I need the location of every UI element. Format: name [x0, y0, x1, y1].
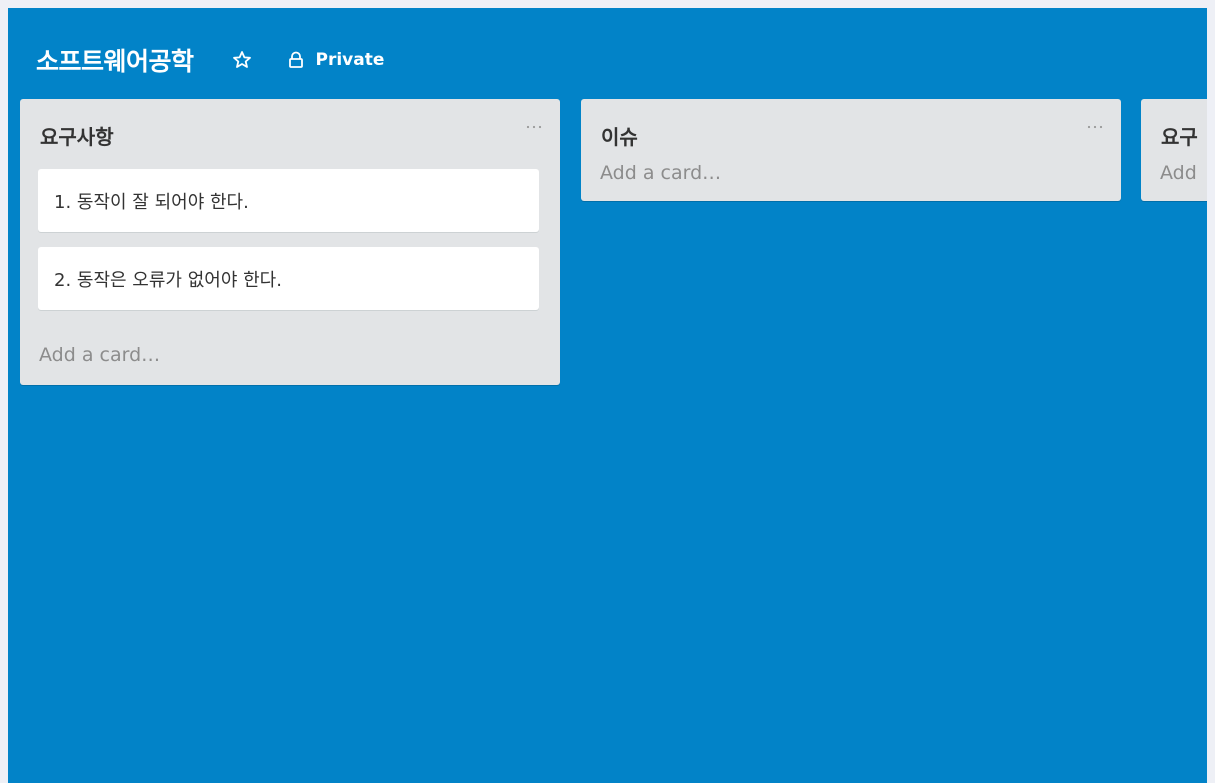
lock-icon	[286, 50, 306, 70]
list-issues: 이슈 Add a card…	[581, 99, 1121, 201]
ellipsis-icon[interactable]	[524, 117, 544, 137]
board-canvas: 소프트웨어공학 Private 요구사항 1. 동작이 잘 되어야 한다. 2.…	[8, 8, 1207, 783]
board-title[interactable]: 소프트웨어공학	[36, 42, 194, 78]
list-requirements-partial: 요구 Add	[1141, 99, 1207, 201]
list-header: 이슈	[581, 99, 1121, 161]
list-title[interactable]: 이슈	[601, 121, 638, 150]
visibility-label: Private	[315, 50, 385, 70]
list-header: 요구	[1141, 99, 1207, 161]
list-requirements: 요구사항 1. 동작이 잘 되어야 한다. 2. 동작은 오류가 없어야 한다.…	[20, 99, 560, 385]
list-title[interactable]: 요구사항	[40, 121, 114, 150]
card[interactable]: 2. 동작은 오류가 없어야 한다.	[38, 247, 539, 310]
visibility-button[interactable]: Private	[286, 50, 385, 70]
board-header: 소프트웨어공학 Private	[36, 40, 384, 80]
list-title[interactable]: 요구	[1161, 121, 1198, 150]
list-header: 요구사항	[20, 99, 560, 161]
card-list: 1. 동작이 잘 되어야 한다. 2. 동작은 오류가 없어야 한다.	[20, 161, 560, 310]
card[interactable]: 1. 동작이 잘 되어야 한다.	[38, 169, 539, 232]
star-icon[interactable]	[230, 48, 254, 72]
ellipsis-icon[interactable]	[1085, 117, 1105, 137]
add-card-button[interactable]: Add a card…	[20, 325, 560, 385]
